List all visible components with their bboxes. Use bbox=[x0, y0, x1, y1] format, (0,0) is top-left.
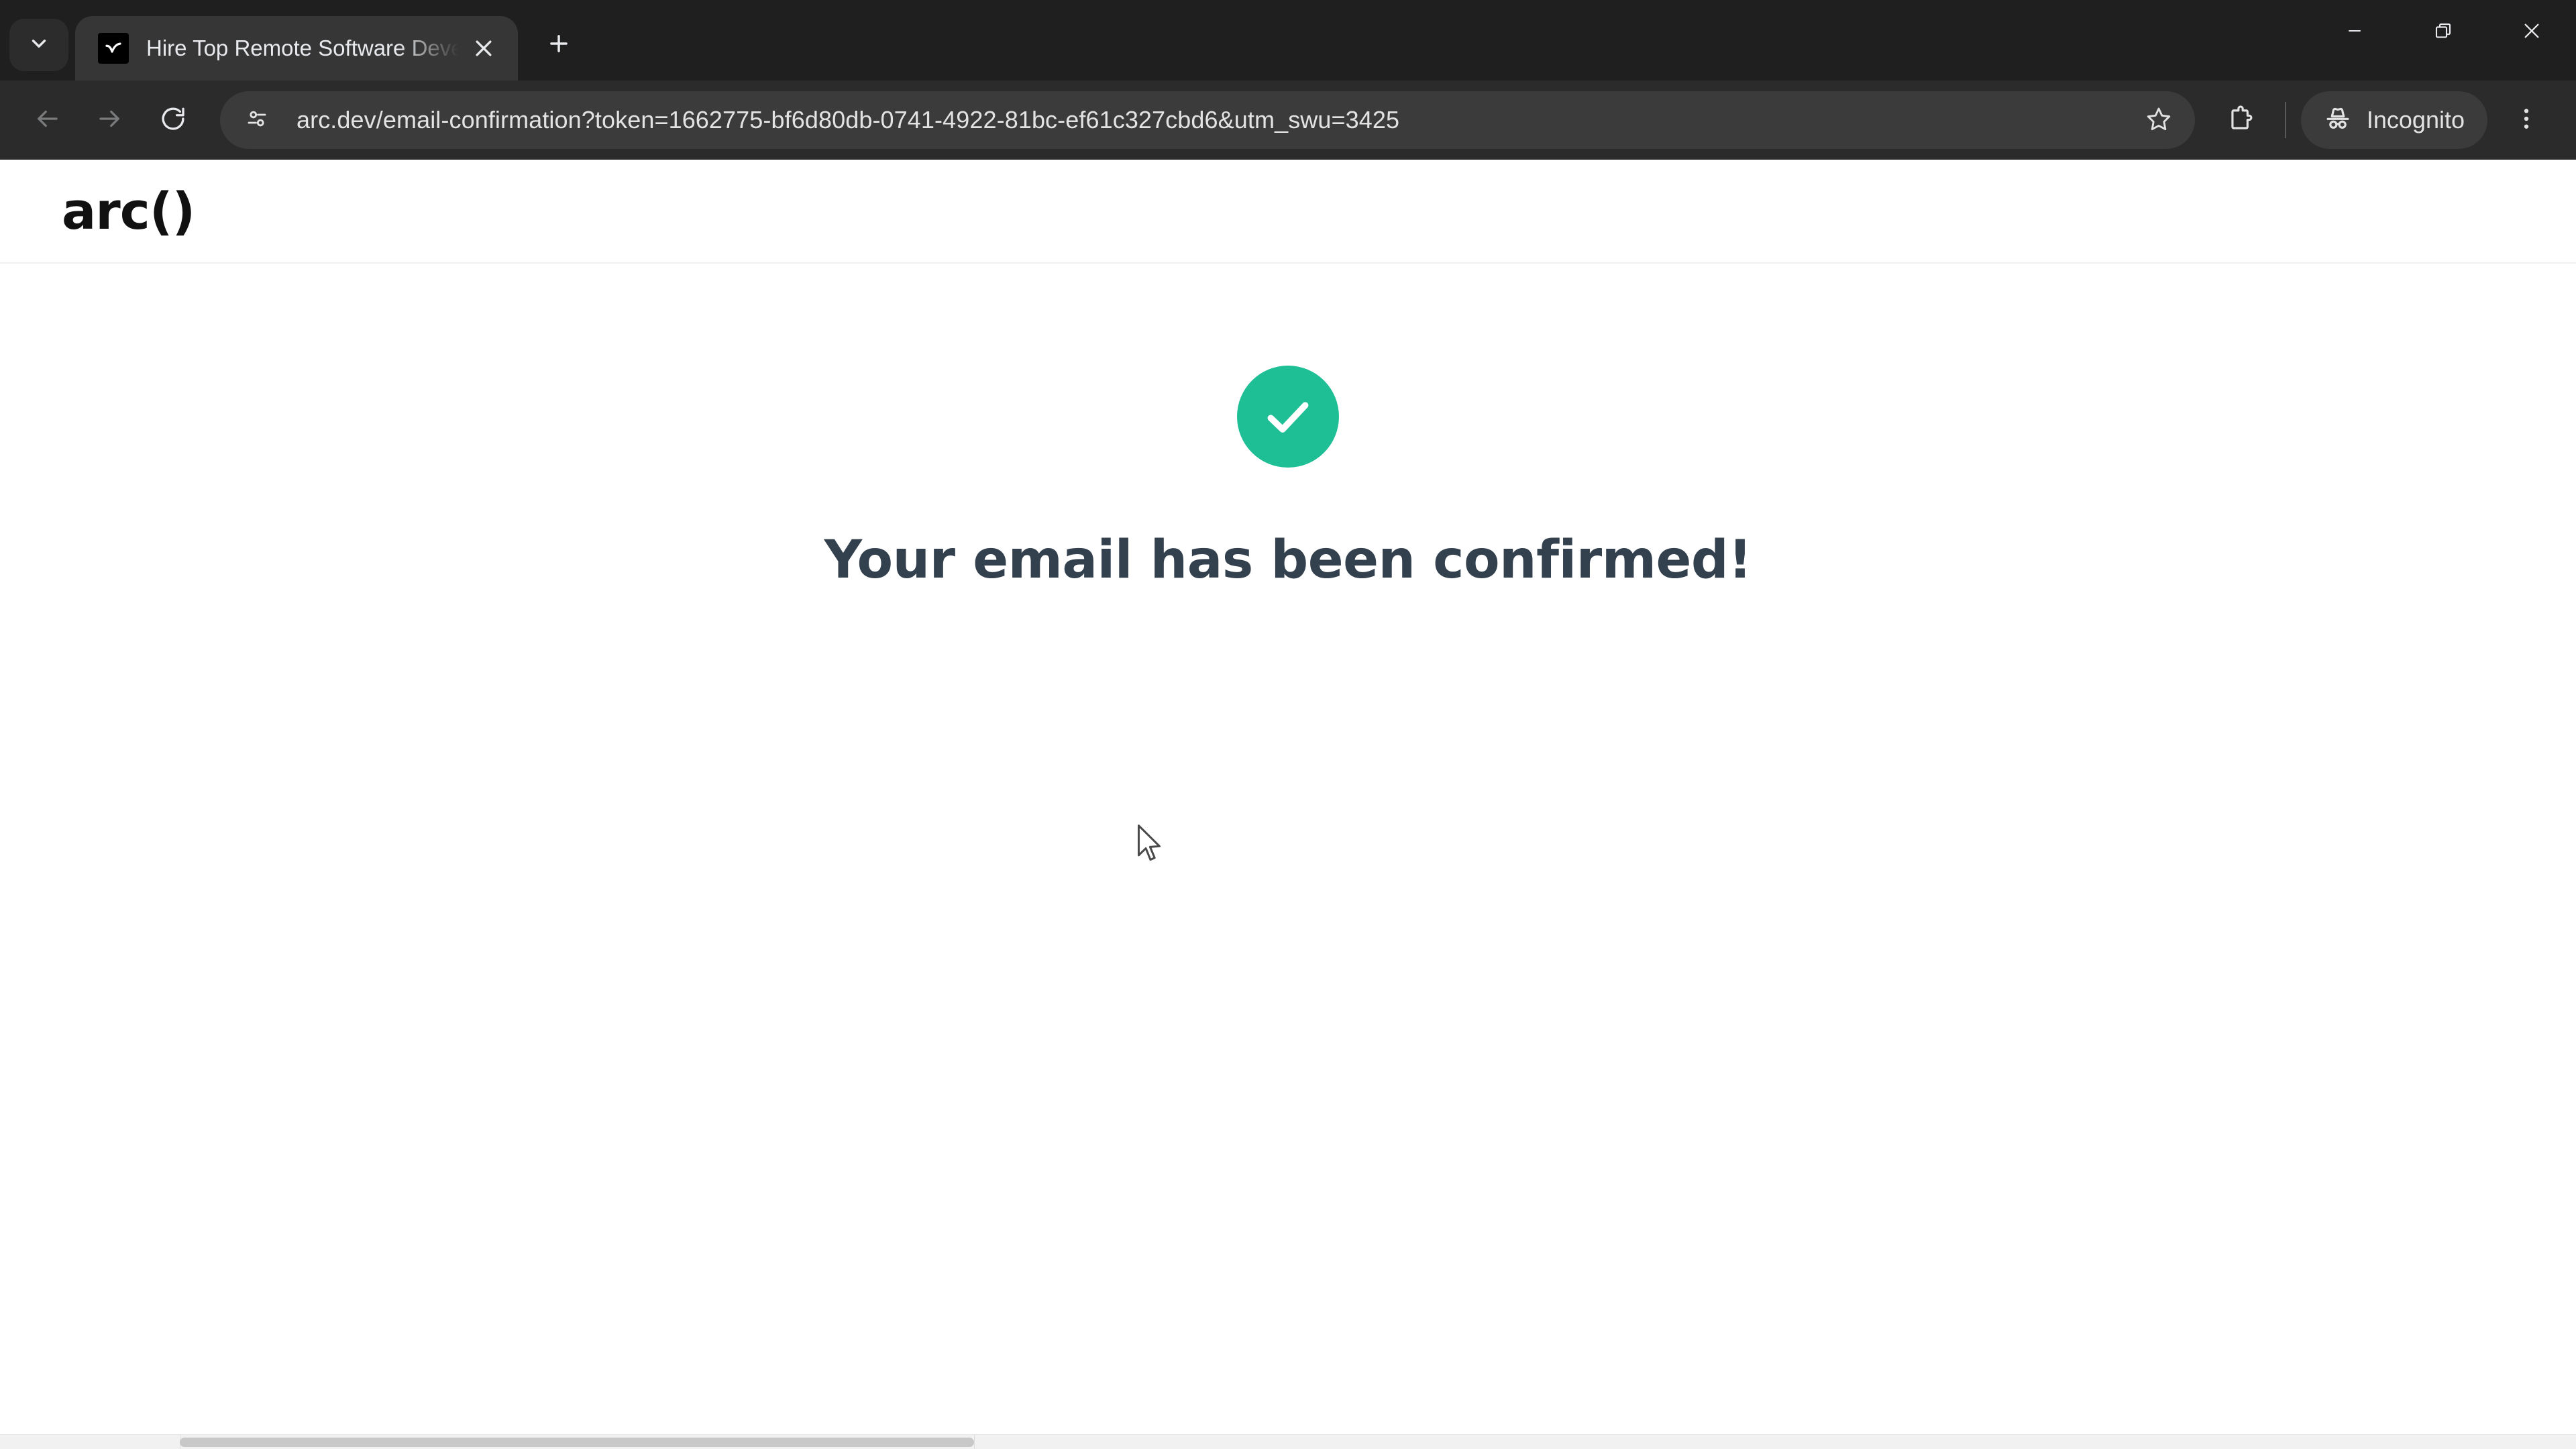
tab-search-button[interactable] bbox=[9, 19, 68, 71]
tab-close-button[interactable] bbox=[464, 29, 503, 68]
arrow-left-icon bbox=[33, 105, 61, 136]
site-header: arc() bbox=[0, 160, 2576, 264]
arc-checkmark-favicon bbox=[98, 33, 129, 64]
page-title: Your email has been confirmed! bbox=[824, 530, 1752, 590]
browser-tab[interactable]: Hire Top Remote Software Deve bbox=[75, 16, 518, 80]
site-info-button[interactable] bbox=[235, 98, 279, 142]
confirmation-content: Your email has been confirmed! bbox=[0, 264, 2576, 1449]
bookmark-button[interactable] bbox=[2135, 96, 2183, 144]
chevron-down-icon bbox=[28, 32, 50, 58]
browser-window: Hire Top Remote Software Deve arc.dev/em… bbox=[0, 0, 2576, 1449]
window-controls bbox=[2310, 0, 2576, 80]
restore-window-icon bbox=[2433, 21, 2453, 44]
three-dot-menu-icon bbox=[2513, 105, 2540, 136]
close-window-icon bbox=[2521, 20, 2542, 45]
scrollbar-tick bbox=[974, 1435, 975, 1449]
toolbar-divider bbox=[2284, 102, 2286, 138]
incognito-hat-icon bbox=[2324, 105, 2352, 136]
maximize-restore-button[interactable] bbox=[2399, 0, 2487, 64]
horizontal-scrollbar[interactable] bbox=[0, 1434, 2576, 1449]
new-tab-button[interactable] bbox=[534, 20, 584, 70]
incognito-label: Incognito bbox=[2366, 106, 2465, 133]
reload-button[interactable] bbox=[144, 91, 203, 150]
minimize-icon bbox=[2345, 21, 2365, 44]
star-icon bbox=[2145, 105, 2172, 136]
browser-toolbar: arc.dev/email-confirmation?token=1662775… bbox=[0, 80, 2576, 160]
back-button[interactable] bbox=[17, 91, 76, 150]
plus-icon bbox=[546, 31, 572, 60]
arrow-right-icon bbox=[96, 105, 124, 136]
tab-title: Hire Top Remote Software Deve bbox=[146, 36, 464, 60]
tune-settings-icon bbox=[245, 107, 269, 134]
forward-button[interactable] bbox=[80, 91, 140, 150]
puzzle-piece-icon bbox=[2226, 105, 2255, 136]
address-bar[interactable]: arc.dev/email-confirmation?token=1662775… bbox=[220, 91, 2195, 149]
incognito-indicator[interactable]: Incognito bbox=[2300, 91, 2487, 149]
close-window-button[interactable] bbox=[2487, 0, 2576, 64]
minimize-button[interactable] bbox=[2310, 0, 2399, 64]
check-circle-icon bbox=[1237, 366, 1339, 468]
reload-icon bbox=[159, 105, 187, 136]
scrollbar-thumb[interactable] bbox=[180, 1438, 974, 1447]
page-viewport: arc() Your email has been confirmed! bbox=[0, 160, 2576, 1449]
browser-menu-button[interactable] bbox=[2497, 91, 2556, 150]
url-text[interactable]: arc.dev/email-confirmation?token=1662775… bbox=[297, 106, 2127, 134]
extensions-button[interactable] bbox=[2211, 91, 2270, 150]
tab-strip: Hire Top Remote Software Deve bbox=[0, 0, 2576, 80]
arc-logo[interactable]: arc() bbox=[62, 181, 195, 241]
